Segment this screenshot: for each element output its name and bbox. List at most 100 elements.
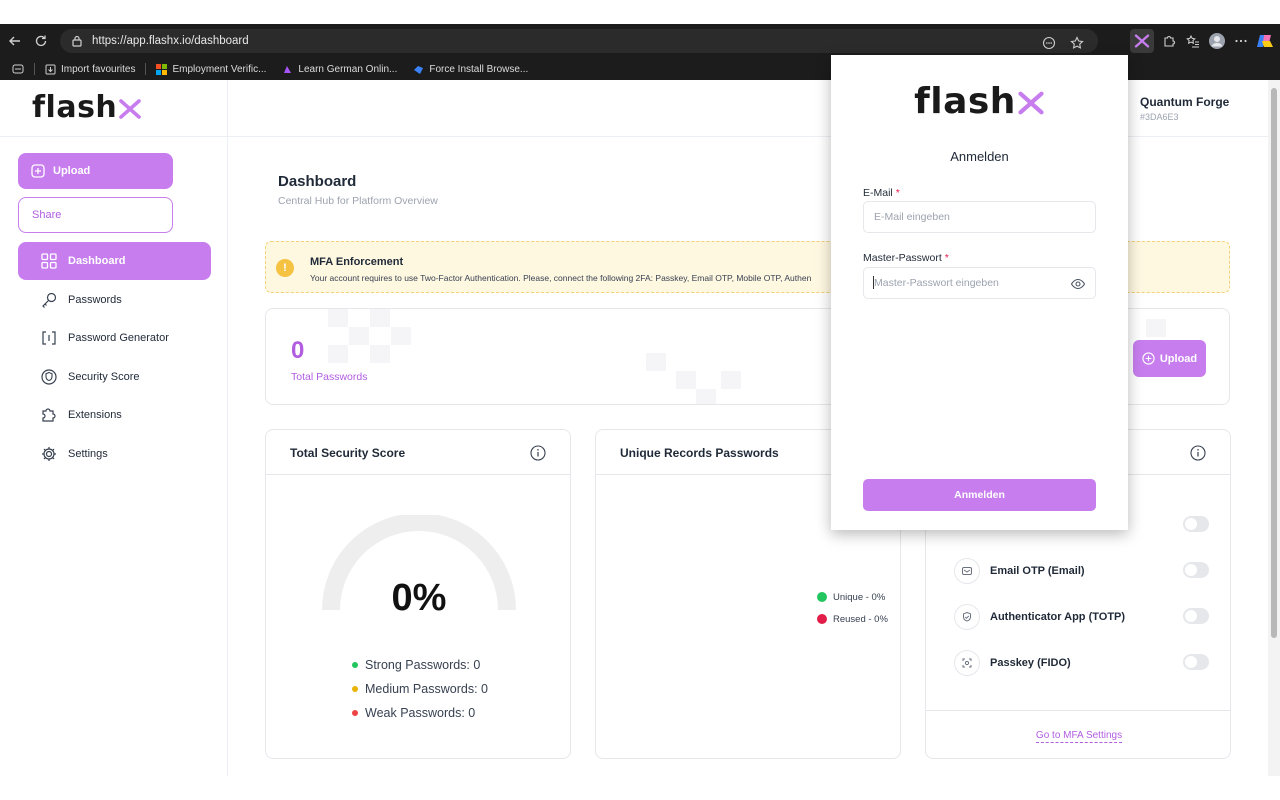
sidebar-item-dashboard[interactable]: Dashboard <box>18 242 211 280</box>
mfa-toggle[interactable] <box>1183 516 1209 532</box>
medium-dot <box>352 686 358 692</box>
security-score-card: Total Security Score 0% Strong Passwords… <box>265 429 571 759</box>
go-to-mfa-settings-link[interactable]: Go to MFA Settings <box>1035 730 1123 743</box>
login-submit-button[interactable]: Anmelden <box>863 479 1096 511</box>
sidebar-divider <box>227 80 228 780</box>
sidebar-item-security-score[interactable]: Security Score <box>18 358 211 396</box>
flashx-logo[interactable]: flash <box>32 90 142 125</box>
copilot-icon[interactable] <box>1256 32 1274 50</box>
mail-icon <box>954 558 980 584</box>
sidebar-nav: Dashboard Passwords Password Generator S… <box>18 242 211 474</box>
legend-label: Reused - 0% <box>833 613 888 625</box>
legend-label: Medium Passwords: 0 <box>365 682 488 696</box>
passkey-toggle[interactable] <box>1183 654 1209 670</box>
mfa-banner-title: MFA Enforcement <box>310 256 404 268</box>
back-icon[interactable] <box>4 30 26 52</box>
sidebar-item-label: Dashboard <box>68 255 126 267</box>
unique-dot <box>817 592 827 602</box>
legend-label: Weak Passwords: 0 <box>365 706 476 720</box>
bookmark-separator <box>34 63 35 75</box>
sidebar-item-label: Passwords <box>68 293 122 306</box>
sidebar-item-label: Extensions <box>68 409 122 422</box>
profile-block[interactable]: Quantum Forge #3DA6E3 <box>1140 95 1229 122</box>
key-icon <box>42 292 57 308</box>
favorite-star-icon[interactable] <box>1068 34 1086 52</box>
sidebar-share-button[interactable]: Share <box>18 197 173 233</box>
shield-icon <box>41 369 57 385</box>
popup-logo: flash <box>831 81 1128 122</box>
mfa-row-label: Authenticator App (TOTP) <box>990 611 1126 623</box>
browser-site-icon <box>414 65 424 74</box>
bookmark-force-install[interactable]: Force Install Browse... <box>407 64 534 75</box>
top-strip <box>0 0 1280 24</box>
info-icon[interactable] <box>1190 445 1206 461</box>
legend-strong: Strong Passwords: 0 <box>352 653 488 677</box>
browser-toolbar: https://app.flashx.io/dashboard <box>0 24 1280 58</box>
sidebar-item-extensions[interactable]: Extensions <box>18 396 211 434</box>
url-text: https://app.flashx.io/dashboard <box>92 35 249 47</box>
favorites-list-icon[interactable] <box>1184 32 1202 50</box>
email-input[interactable] <box>863 201 1096 233</box>
profile-id: #3DA6E3 <box>1140 112 1179 122</box>
warning-icon: ! <box>276 259 294 277</box>
sidebar-upload-button[interactable]: Upload <box>18 153 173 189</box>
sidebar-item-label: Security Score <box>68 370 140 383</box>
bookmark-learn-german[interactable]: Learn German Onlin... <box>276 64 403 75</box>
security-score-value: 0% <box>391 577 447 619</box>
bookmark-label: Learn German Onlin... <box>298 63 398 75</box>
bookmark-label: Employment Verific... <box>172 63 267 75</box>
bookmark-import-favourites[interactable]: Import favourites <box>39 64 141 75</box>
sidebar-toggle-icon[interactable] <box>6 63 30 75</box>
sidebar-item-label: Settings <box>68 447 108 460</box>
bookmark-separator <box>145 63 147 75</box>
german-site-icon <box>284 65 292 73</box>
more-menu-icon[interactable] <box>1232 32 1250 50</box>
security-legend: Strong Passwords: 0 Medium Passwords: 0 … <box>352 653 488 725</box>
puzzle-icon <box>42 408 56 422</box>
eye-icon[interactable] <box>1070 276 1086 292</box>
page-scrollbar[interactable] <box>1268 80 1280 780</box>
password-label-text: Master-Passwort <box>863 252 942 264</box>
flashx-login-popup: flash Anmelden E-Mail * Master-Passwort … <box>831 55 1128 530</box>
unique-legend: Unique - 0% Reused - 0% <box>817 586 888 630</box>
flashx-extension-icon[interactable] <box>1130 29 1154 53</box>
strong-dot <box>352 662 358 668</box>
legend-weak: Weak Passwords: 0 <box>352 701 488 725</box>
scrollbar-thumb[interactable] <box>1271 88 1277 638</box>
share-label: Share <box>32 209 62 221</box>
mfa-row-label: Passkey (FIDO) <box>990 657 1071 669</box>
mfa-row-label: Email OTP (Email) <box>990 565 1085 577</box>
main-upload-button[interactable]: Upload <box>1133 340 1206 377</box>
address-bar[interactable]: https://app.flashx.io/dashboard <box>60 29 1098 53</box>
email-otp-toggle[interactable] <box>1183 562 1209 578</box>
totp-toggle[interactable] <box>1183 608 1209 624</box>
more-tools-icon[interactable] <box>1040 34 1058 52</box>
mfa-row-email-otp: Email OTP (Email) <box>954 557 1209 585</box>
legend-label: Unique - 0% <box>833 591 886 603</box>
profile-avatar-icon[interactable] <box>1208 32 1226 50</box>
sidebar-item-settings[interactable]: Settings <box>18 435 211 473</box>
mfa-row-totp: Authenticator App (TOTP) <box>954 603 1209 631</box>
microsoft-icon <box>156 63 168 75</box>
mfa-settings-link-wrap: Go to MFA Settings <box>926 730 1230 743</box>
mfa-row-passkey: Passkey (FIDO) <box>954 649 1209 677</box>
info-icon[interactable] <box>530 445 546 461</box>
bookmark-employment-verification[interactable]: Employment Verific... <box>150 63 272 75</box>
logo-text: flash <box>914 81 1016 122</box>
legend-medium: Medium Passwords: 0 <box>352 677 488 701</box>
sidebar-item-password-generator[interactable]: Password Generator <box>18 319 211 357</box>
page-title: Dashboard <box>278 173 357 190</box>
logo-x-icon <box>1018 91 1044 115</box>
profile-name: Quantum Forge <box>1140 95 1230 109</box>
password-label: Master-Passwort * <box>863 252 949 264</box>
brackets-icon <box>42 331 56 345</box>
mfa-banner-text: Your account requires to use Two-Factor … <box>310 273 812 283</box>
extensions-puzzle-icon[interactable] <box>1160 32 1178 50</box>
unique-records-title: Unique Records Passwords <box>620 446 779 460</box>
total-passwords-label: Total Passwords <box>291 371 368 383</box>
total-passwords-value: 0 <box>291 337 305 364</box>
master-password-input[interactable] <box>863 267 1096 299</box>
refresh-icon[interactable] <box>30 30 52 52</box>
weak-dot <box>352 710 358 716</box>
sidebar-item-passwords[interactable]: Passwords <box>18 281 211 319</box>
